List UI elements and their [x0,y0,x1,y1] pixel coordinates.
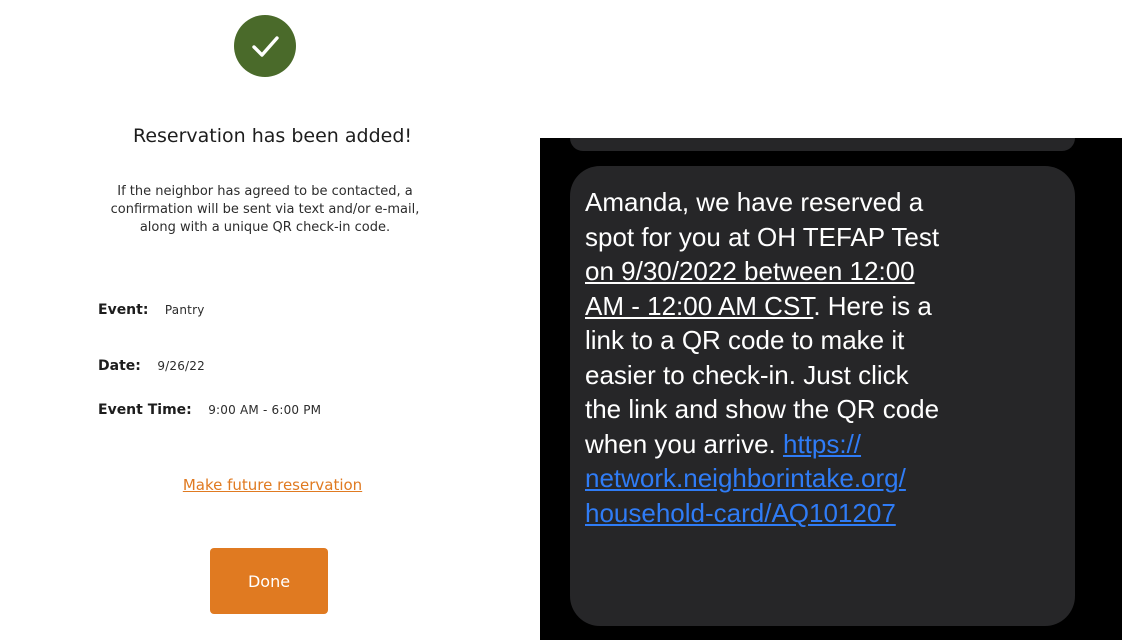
event-time-value: 9:00 AM - 6:00 PM [208,403,322,417]
message-date-link[interactable]: on 9/30/2022 between 12:00 [585,254,1055,289]
done-button[interactable]: Done [210,548,328,614]
check-icon [252,36,279,57]
sms-screenshot: Amanda, we have reserved a spot for you … [540,138,1122,640]
message-line-text: when you arrive. [585,428,783,459]
event-value: Pantry [164,303,205,317]
message-line: when you arrive. https:// [585,427,1055,462]
qr-code-link[interactable]: https:// [783,429,861,459]
message-line: spot for you at OH TEFAP Test [585,221,940,252]
message-line: AM - 12:00 AM CST. Here is a [585,289,1055,324]
make-future-reservation-link[interactable]: Make future reservation [0,476,545,494]
event-label: Event: [98,302,149,318]
message-line: Amanda, we have reserved a [585,187,924,217]
date-label: Date: [98,358,141,374]
date-value: 9/26/22 [157,359,205,373]
qr-code-link[interactable]: household-card/AQ101207 [585,498,896,528]
confirmation-title: Reservation has been added! [132,125,413,147]
confirmation-description: If the neighbor has agreed to be contact… [110,184,420,235]
message-line: link to a QR code to make it [585,325,905,355]
success-badge [234,15,296,77]
message-line: easier to check-in. Just click [585,359,909,390]
message-time-link[interactable]: AM - 12:00 AM CST [585,291,813,321]
event-time-detail-row: Event Time: 9:00 AM - 6:00 PM [98,402,321,418]
message-text: Amanda, we have reserved a spot for you … [585,185,1055,530]
message-line-text: . Here is a [813,290,932,321]
message-line: the link and show the QR code [585,394,940,424]
previous-message-bubble [570,138,1075,151]
reservation-confirmation-panel: Reservation has been added! If the neigh… [0,0,545,640]
event-time-label: Event Time: [98,402,192,418]
date-detail-row: Date: 9/26/22 [98,358,205,374]
event-detail-row: Event: Pantry [98,302,205,318]
qr-code-link[interactable]: network.neighborintake.org/ [585,463,906,493]
